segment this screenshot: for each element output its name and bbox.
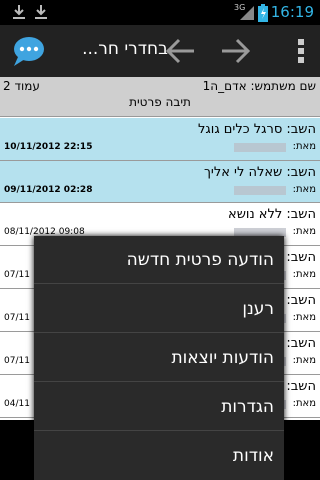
arrow-left-icon[interactable] xyxy=(164,35,198,67)
menu-item-refresh[interactable]: רענן xyxy=(34,285,284,333)
status-bar: 3G 16:19 xyxy=(0,0,320,25)
message-from-label: מאת: xyxy=(292,184,316,195)
battery-icon xyxy=(258,4,268,22)
message-date: 10/11/2012 22:15 xyxy=(4,142,93,152)
mailbox-title: תיבה פרטית xyxy=(129,95,191,109)
message-date: 07/11 xyxy=(4,356,30,366)
username-label: שם משתמש: אדם_ה1 xyxy=(202,79,316,93)
message-from-label: מאת: xyxy=(292,355,316,366)
menu-item-outgoing-messages[interactable]: הודעות יוצאות xyxy=(34,334,284,382)
menu-item-settings[interactable]: הגדרות xyxy=(34,383,284,431)
menu-item-new-private-message[interactable]: הודעה פרטית חדשה xyxy=(34,236,284,284)
clock: 16:19 xyxy=(270,3,314,21)
arrow-right-icon[interactable] xyxy=(218,35,252,67)
message-from-label: מאת: xyxy=(292,269,316,280)
download-icon xyxy=(13,5,25,19)
app-title: בחדרי חר... xyxy=(82,39,168,59)
sender-name-redacted xyxy=(234,186,286,195)
message-date: 09/11/2012 02:28 xyxy=(4,185,93,195)
action-bar: בחדרי חר... xyxy=(0,25,320,77)
message-row[interactable]: השב: שאלה לי אליך מאת: 09/11/2012 02:28 xyxy=(0,161,320,203)
message-from-label: מאת: xyxy=(292,312,316,323)
signal-icon xyxy=(240,6,254,20)
message-row[interactable]: השב: סרגל כלים גוגל מאת: 10/11/2012 22:1… xyxy=(0,118,320,161)
message-date: 07/11 xyxy=(4,270,30,280)
download-icon xyxy=(35,5,47,19)
overflow-menu: הודעה פרטית חדשה רענן הודעות יוצאות הגדר… xyxy=(34,236,284,480)
message-subject: השב: xyxy=(286,250,316,265)
menu-item-about[interactable]: אודות xyxy=(34,432,284,480)
message-subject: השב: xyxy=(286,336,316,351)
page-indicator[interactable]: עמוד 2 xyxy=(3,79,40,93)
message-from-label: מאת: xyxy=(292,226,316,237)
message-date: 04/11 xyxy=(4,399,30,409)
message-from-label: מאת: xyxy=(292,398,316,409)
message-from-label: מאת: xyxy=(292,141,316,152)
message-subject: השב: xyxy=(286,293,316,308)
message-date: 07/11 xyxy=(4,313,30,323)
chat-bubble-icon[interactable] xyxy=(10,33,46,69)
message-subject: השב: ללא נושא xyxy=(228,207,316,222)
message-subject: השב: xyxy=(286,379,316,394)
overflow-menu-icon[interactable] xyxy=(298,37,304,65)
inbox-header: שם משתמש: אדם_ה1 עמוד 2 תיבה פרטית xyxy=(0,77,320,117)
message-subject: השב: סרגל כלים גוגל xyxy=(198,122,316,137)
sender-name-redacted xyxy=(234,143,286,152)
message-subject: השב: שאלה לי אליך xyxy=(203,165,316,180)
